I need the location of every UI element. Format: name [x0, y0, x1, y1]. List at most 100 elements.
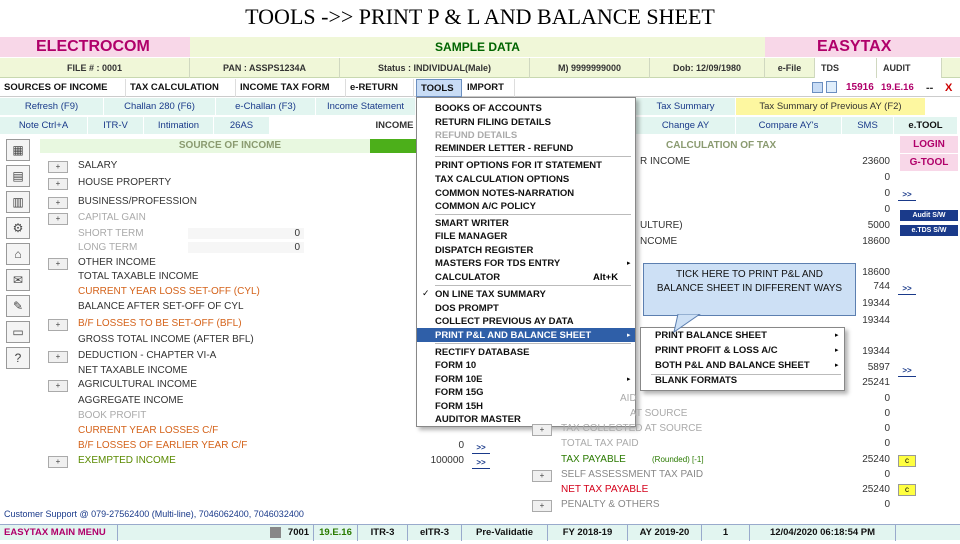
calendar-small-icon[interactable]	[826, 81, 837, 93]
chat-icon[interactable]: ✉	[6, 269, 30, 291]
tax-row-value: 0	[884, 188, 890, 199]
detail-button[interactable]: >>	[898, 189, 916, 201]
tools-menu-item[interactable]: PRINT P&L AND BALANCE SHEET	[435, 329, 591, 342]
income-row-value[interactable]: 0	[390, 440, 464, 451]
status-bar: EASYTAX MAIN MENU 7001 19.E.16 ITR-3 eIT…	[0, 524, 960, 541]
menu-tax-calculation[interactable]: TAX CALCULATION	[126, 79, 236, 97]
expand-button[interactable]: +	[532, 470, 552, 482]
date-of-birth: Dob: 12/09/1980	[650, 58, 765, 78]
e-tool-button[interactable]: e.TOOL	[894, 117, 958, 134]
change-ay-button[interactable]: Change AY	[636, 117, 736, 134]
audit-sw-button[interactable]: Audit S/W	[900, 210, 958, 221]
intimation-button[interactable]: Intimation	[144, 117, 214, 134]
detail-button[interactable]: >>	[898, 365, 916, 377]
expand-button[interactable]: +	[532, 424, 552, 436]
tax-summary-previous-button[interactable]: Tax Summary of Previous AY (F2)	[736, 98, 926, 115]
menu-separator	[435, 156, 631, 157]
expand-button[interactable]: +	[48, 213, 68, 225]
audit-checkbox[interactable]: AUDIT	[877, 58, 942, 78]
tds-checkbox[interactable]: TDS	[815, 58, 877, 78]
e-challan-button[interactable]: e-Challan (F3)	[216, 98, 316, 115]
fy-status: FY 2018-19	[548, 525, 628, 541]
tools-menu-item[interactable]: REMINDER LETTER - REFUND	[435, 142, 573, 155]
prevalidate-status[interactable]: Pre-Validatie	[462, 525, 548, 541]
calc-button[interactable]: c	[898, 455, 916, 467]
tools-menu-item[interactable]: COLLECT PREVIOUS AY DATA	[435, 315, 574, 328]
tools-menu-item[interactable]: PRINT OPTIONS FOR IT STATEMENT	[435, 159, 602, 172]
version-build: 19.E.16	[881, 82, 914, 93]
submenu-item[interactable]: BOTH P&L AND BALANCE SHEET	[655, 359, 810, 373]
document-icon[interactable]: ▭	[6, 321, 30, 343]
tools-menu-item[interactable]: FORM 10	[435, 359, 476, 372]
26as-button[interactable]: 26AS	[214, 117, 270, 134]
note-button[interactable]: Note Ctrl+A	[0, 117, 88, 134]
table-icon[interactable]: ▥	[6, 191, 30, 213]
refresh-button[interactable]: Refresh (F9)	[0, 98, 104, 115]
calculator-icon[interactable]: ▤	[6, 165, 30, 187]
bank-icon[interactable]: ⌂	[6, 243, 30, 265]
tools-menu-item[interactable]: DISPATCH REGISTER	[435, 244, 533, 257]
login-button[interactable]: LOGIN	[900, 136, 958, 153]
minimize-button[interactable]: --	[926, 79, 933, 97]
expand-button[interactable]: +	[532, 500, 552, 512]
detail-button[interactable]: >>	[472, 457, 490, 469]
sms-button[interactable]: SMS	[842, 117, 894, 134]
income-row-value[interactable]: 0	[188, 242, 304, 253]
close-button[interactable]: X	[945, 79, 952, 97]
submenu-item[interactable]: PRINT PROFIT & LOSS A/C	[655, 344, 778, 358]
calc-button[interactable]: c	[898, 484, 916, 496]
menu-tools[interactable]: TOOLS	[416, 79, 462, 97]
tools-menu-item[interactable]: FORM 15G	[435, 386, 484, 399]
etds-sw-button[interactable]: e.TDS S/W	[900, 225, 958, 236]
help-icon[interactable]: ?	[6, 347, 30, 369]
tools-menu-item[interactable]: COMMON NOTES-NARRATION	[435, 187, 574, 200]
window-icon[interactable]	[812, 82, 823, 93]
expand-button[interactable]: +	[48, 178, 68, 190]
tools-menu-item[interactable]: FORM 10E	[435, 373, 483, 386]
income-row-value[interactable]: 100000	[390, 455, 464, 466]
submenu-item[interactable]: BLANK FORMATS	[655, 374, 737, 388]
itr-v-button[interactable]: ITR-V	[88, 117, 144, 134]
detail-button[interactable]: >>	[898, 283, 916, 295]
challan-280-button[interactable]: Challan 280 (F6)	[104, 98, 216, 115]
detail-button[interactable]: >>	[472, 442, 490, 454]
calculator-status-icon[interactable]	[266, 525, 284, 541]
tools-menu-item[interactable]: FILE MANAGER	[435, 230, 507, 243]
expand-button[interactable]: +	[48, 258, 68, 270]
calendar-icon[interactable]: ▦	[6, 139, 30, 161]
menu-sources-of-income[interactable]: SOURCES OF INCOME	[0, 79, 126, 97]
tools-menu-item[interactable]: ON LINE TAX SUMMARY	[435, 288, 546, 301]
tools-menu-item[interactable]: SMART WRITER	[435, 217, 509, 230]
tools-menu-item[interactable]: REFUND DETAILS	[435, 129, 517, 142]
tools-menu-item[interactable]: AUDITOR MASTER	[435, 413, 521, 426]
expand-button[interactable]: +	[48, 456, 68, 468]
edit-icon[interactable]: ✎	[6, 295, 30, 317]
tools-menu-item[interactable]: FORM 15H	[435, 400, 483, 413]
menu-e-return[interactable]: e-RETURN	[346, 79, 414, 97]
tools-menu-item[interactable]: CALCULATOR	[435, 271, 500, 284]
g-tool-button[interactable]: G-TOOL	[900, 154, 958, 171]
expand-button[interactable]: +	[48, 319, 68, 331]
efile-button[interactable]: e-File	[765, 58, 815, 78]
tools-menu-item[interactable]: RETURN FILING DETAILS	[435, 116, 551, 129]
tools-menu-item[interactable]: BOOKS OF ACCOUNTS	[435, 102, 542, 115]
tax-summary-button[interactable]: Tax Summary	[636, 98, 736, 115]
tools-menu-item[interactable]: MASTERS FOR TDS ENTRY	[435, 257, 560, 270]
tools-menu-item[interactable]: DOS PROMPT	[435, 302, 499, 315]
menu-income-tax-form[interactable]: INCOME TAX FORM	[236, 79, 346, 97]
page-status: 1	[702, 525, 750, 541]
expand-button[interactable]: +	[48, 380, 68, 392]
main-menu-status[interactable]: EASYTAX MAIN MENU	[0, 525, 118, 541]
compare-ay-button[interactable]: Compare AY's	[736, 117, 842, 134]
expand-button[interactable]: +	[48, 161, 68, 173]
tools-menu-item[interactable]: RECTIFY DATABASE	[435, 346, 529, 359]
expand-button[interactable]: +	[48, 351, 68, 363]
income-statement-button[interactable]: Income Statement	[316, 98, 416, 115]
expand-button[interactable]: +	[48, 197, 68, 209]
income-tab[interactable]: INCOME	[370, 117, 420, 134]
income-row-value[interactable]: 0	[188, 228, 304, 239]
tools-menu-item[interactable]: COMMON A/C POLICY	[435, 200, 536, 213]
gear-icon[interactable]: ⚙	[6, 217, 30, 239]
menu-import[interactable]: IMPORT	[463, 79, 515, 97]
tools-menu-item[interactable]: TAX CALCULATION OPTIONS	[435, 173, 569, 186]
